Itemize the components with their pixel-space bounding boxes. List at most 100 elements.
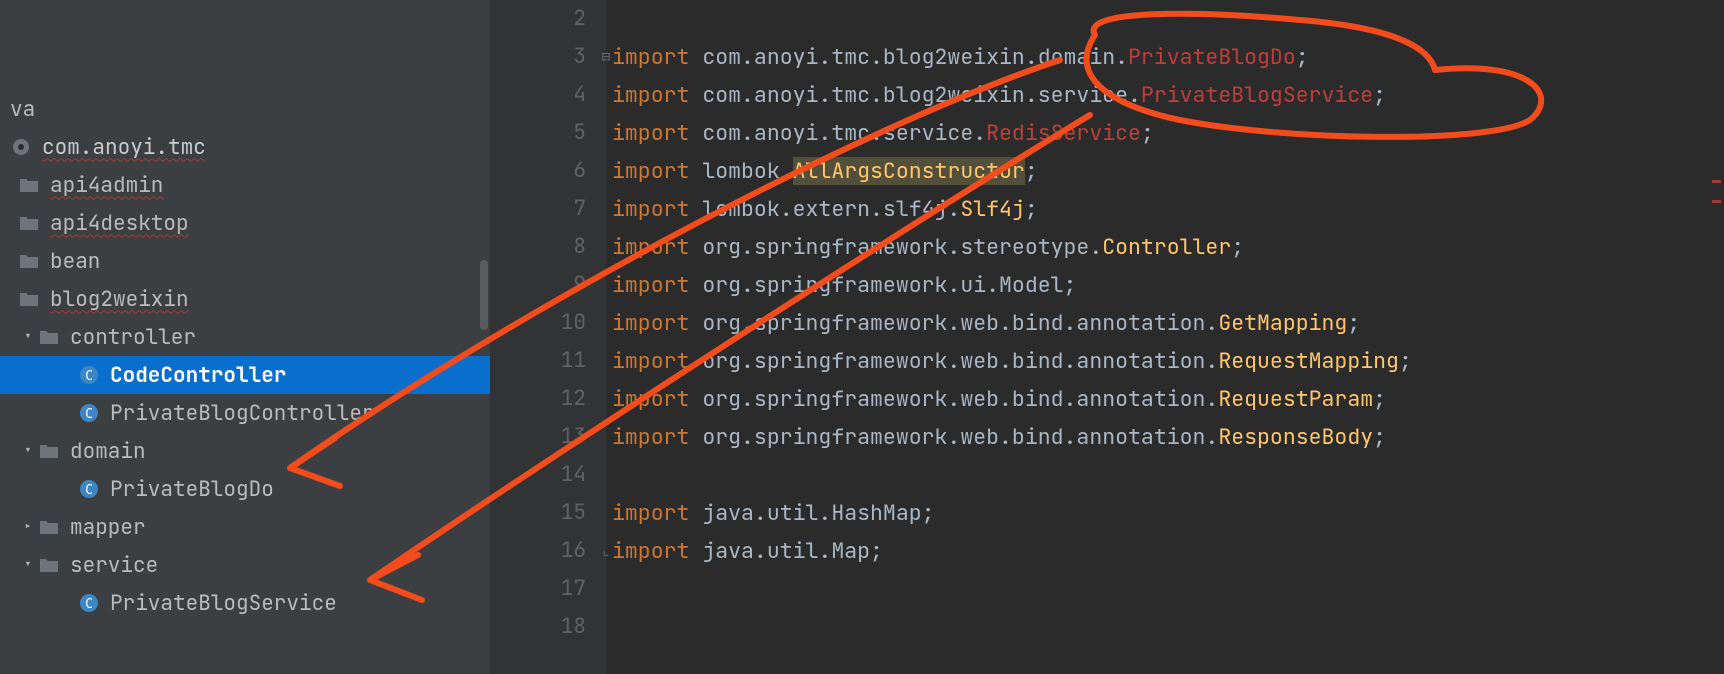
code-token: PrivateBlogService <box>1141 81 1373 109</box>
code-token: java.util.HashMap; <box>702 499 934 527</box>
code-line[interactable]: import org.springframework.web.bind.anno… <box>612 380 1724 418</box>
code-token: com.anoyi.tmc.blog2weixin.domain. <box>702 43 1128 71</box>
sidebar-scrollbar[interactable] <box>478 0 490 674</box>
code-token: com.anoyi.tmc.service. <box>702 119 986 147</box>
scrollbar-thumb[interactable] <box>480 260 488 330</box>
line-number[interactable]: 9 <box>496 266 586 304</box>
code-line[interactable]: import java.util.Map; <box>612 532 1724 570</box>
line-number[interactable]: 15 <box>496 494 586 532</box>
code-line[interactable]: import com.anoyi.tmc.blog2weixin.domain.… <box>612 38 1724 76</box>
code-token: GetMapping <box>1218 309 1347 337</box>
line-number[interactable]: 16 <box>496 532 586 570</box>
tree-folder-service[interactable]: ▾ service <box>0 546 490 584</box>
svg-text:C: C <box>85 597 93 612</box>
tree-label: bean <box>50 248 100 275</box>
line-number[interactable]: 11 <box>496 342 586 380</box>
svg-text:C: C <box>85 369 93 384</box>
tree-folder-api4admin[interactable]: api4admin <box>0 166 490 204</box>
line-number[interactable]: 12 <box>496 380 586 418</box>
chevron-right-icon[interactable]: ▸ <box>18 518 38 536</box>
tree-folder-blog2weixin[interactable]: blog2weixin <box>0 280 490 318</box>
line-number[interactable]: 14 <box>496 456 586 494</box>
tree-label: mapper <box>70 514 146 541</box>
code-line[interactable]: import org.springframework.web.bind.anno… <box>612 418 1724 456</box>
code-line[interactable]: import org.springframework.web.bind.anno… <box>612 342 1724 380</box>
code-token: RequestParam <box>1218 385 1373 413</box>
code-token: lombok. <box>702 157 792 185</box>
code-line[interactable]: import org.springframework.ui.Model; <box>612 266 1724 304</box>
code-token: ; <box>1373 81 1386 109</box>
tree-label: va <box>10 96 35 123</box>
code-token: lombok.extern.slf4j. <box>702 195 960 223</box>
line-number[interactable]: 5 <box>496 114 586 152</box>
tree-folder-api4desktop[interactable]: api4desktop <box>0 204 490 242</box>
line-number[interactable]: 4 <box>496 76 586 114</box>
folder-icon <box>38 554 60 576</box>
code-token: ; <box>1025 195 1038 223</box>
tree-folder-bean[interactable]: bean <box>0 242 490 280</box>
code-area[interactable]: import com.anoyi.tmc.blog2weixin.domain.… <box>606 0 1724 674</box>
line-number[interactable]: 13 <box>496 418 586 456</box>
code-line[interactable]: import com.anoyi.tmc.service.RedisServic… <box>612 114 1724 152</box>
tree-folder-domain[interactable]: ▾ domain <box>0 432 490 470</box>
line-number[interactable]: 3 <box>496 38 586 76</box>
line-number[interactable]: 8 <box>496 228 586 266</box>
line-number[interactable]: 2 <box>496 0 586 38</box>
tree-class-privateblogservice[interactable]: C PrivateBlogService <box>0 584 490 622</box>
line-number[interactable]: 6 <box>496 152 586 190</box>
tree-class-privateblogdo[interactable]: C PrivateBlogDo <box>0 470 490 508</box>
tree-root-file[interactable]: va <box>0 90 490 128</box>
chevron-down-icon[interactable]: ▾ <box>18 442 38 460</box>
code-line[interactable]: import org.springframework.web.bind.anno… <box>612 304 1724 342</box>
error-stripe-marker[interactable] <box>1712 180 1721 183</box>
chevron-down-icon[interactable]: ▾ <box>18 328 38 346</box>
tree-label: CodeController <box>110 362 286 389</box>
tree-class-codecontroller[interactable]: C CodeController <box>0 356 490 394</box>
project-tree[interactable]: va com.anoyi.tmc api4adminapi4desktop bea… <box>0 0 490 622</box>
class-icon: C <box>78 592 100 614</box>
code-token: import <box>612 233 702 261</box>
code-token: ; <box>1231 233 1244 261</box>
svg-text:C: C <box>85 407 93 422</box>
code-line[interactable] <box>612 456 1724 494</box>
code-token: import <box>612 385 702 413</box>
code-line[interactable]: import lombok.extern.slf4j.Slf4j; <box>612 190 1724 228</box>
code-token: com.anoyi.tmc.blog2weixin.service. <box>702 81 1141 109</box>
tree-label: PrivateBlogService <box>110 590 337 617</box>
code-line[interactable]: import java.util.HashMap; <box>612 494 1724 532</box>
code-line[interactable] <box>612 608 1724 646</box>
code-line[interactable]: import org.springframework.stereotype.Co… <box>612 228 1724 266</box>
project-tree-panel[interactable]: va com.anoyi.tmc api4adminapi4desktop bea… <box>0 0 490 674</box>
line-number[interactable]: 10 <box>496 304 586 342</box>
code-line[interactable]: import com.anoyi.tmc.blog2weixin.service… <box>612 76 1724 114</box>
folder-icon <box>18 250 40 272</box>
code-token: ; <box>1373 385 1386 413</box>
code-token: java.util.Map; <box>702 537 883 565</box>
code-token: org.springframework.web.bind.annotation. <box>702 347 1218 375</box>
chevron-down-icon[interactable]: ▾ <box>18 556 38 574</box>
tree-label: PrivateBlogController <box>110 400 375 427</box>
class-icon: C <box>78 402 100 424</box>
code-token: AllArgsConstructor <box>793 157 1025 185</box>
code-line[interactable] <box>612 570 1724 608</box>
tree-class-privateblogcontroller[interactable]: C PrivateBlogController <box>0 394 490 432</box>
line-number-gutter[interactable]: 23⊟45678910111213141516⌞1718 <box>496 0 606 674</box>
code-line[interactable] <box>612 0 1724 38</box>
code-token: Controller <box>1102 233 1231 261</box>
tree-package-root[interactable]: com.anoyi.tmc <box>0 128 490 166</box>
code-editor[interactable]: 23⊟45678910111213141516⌞1718 import com.… <box>496 0 1724 674</box>
line-number[interactable]: 18 <box>496 608 586 646</box>
tree-label: controller <box>70 324 196 351</box>
code-line[interactable]: import lombok.AllArgsConstructor; <box>612 152 1724 190</box>
code-token: import <box>612 119 702 147</box>
line-number[interactable]: 17 <box>496 570 586 608</box>
error-stripe-marker[interactable] <box>1712 200 1721 203</box>
tree-folder-controller[interactable]: ▾ controller <box>0 318 490 356</box>
code-token: org.springframework.stereotype. <box>702 233 1102 261</box>
code-token: ResponseBody <box>1218 423 1373 451</box>
code-token: ; <box>1296 43 1309 71</box>
line-number[interactable]: 7 <box>496 190 586 228</box>
tree-folder-mapper[interactable]: ▸ mapper <box>0 508 490 546</box>
editor-error-stripe[interactable] <box>1710 0 1724 674</box>
tree-label: PrivateBlogDo <box>110 476 274 503</box>
